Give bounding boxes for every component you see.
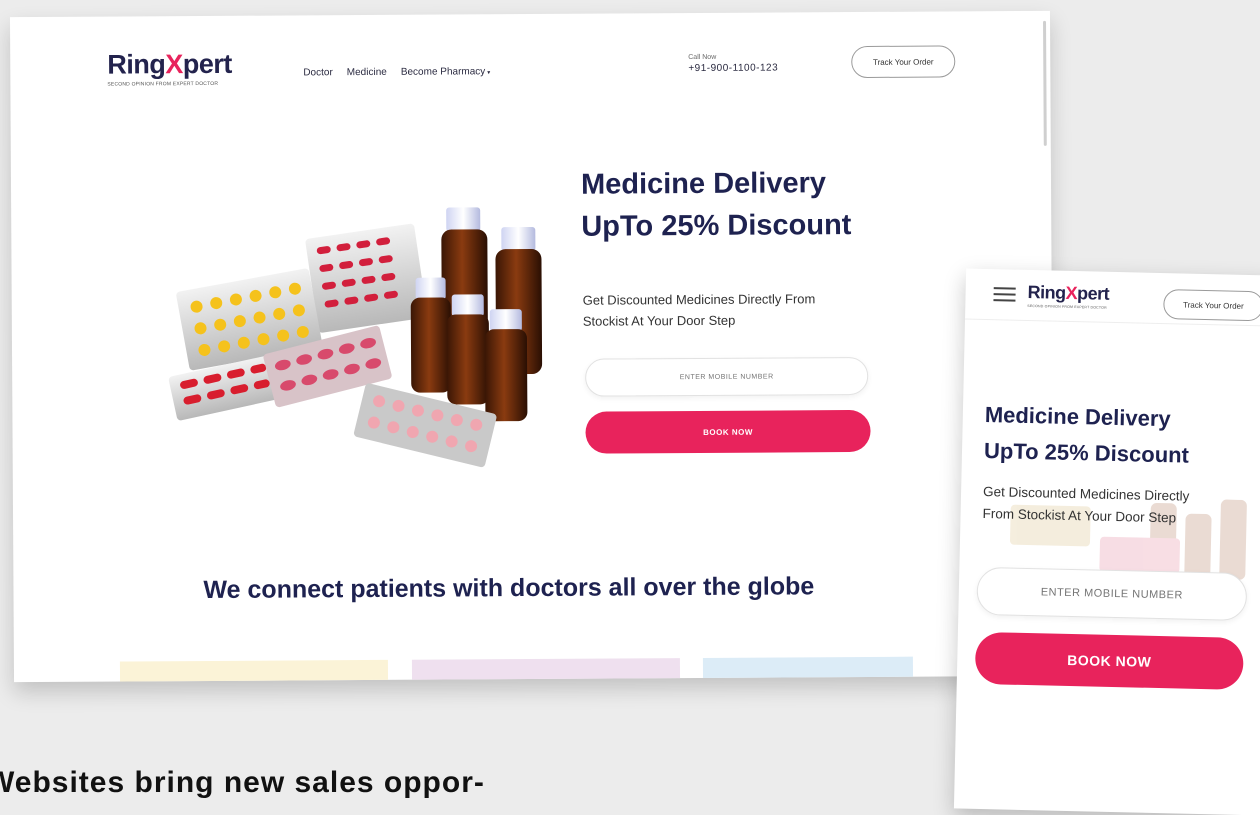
mobile-track-order-button[interactable]: Track Your Order xyxy=(1163,289,1260,322)
mobile-hero-title: Medicine Delivery UpTo 25% Discount xyxy=(984,397,1256,475)
hamburger-menu-icon[interactable] xyxy=(993,287,1016,302)
feature-card-purple[interactable] xyxy=(411,658,681,683)
logo-wordmark: RingXpert xyxy=(107,48,232,80)
connect-heading: We connect patients with doctors all ove… xyxy=(203,572,815,605)
call-number[interactable]: +91-900-1100-123 xyxy=(688,62,778,74)
nav-medicine[interactable]: Medicine xyxy=(347,67,387,78)
hero-subtitle-line-1: Get Discounted Medicines Directly From xyxy=(582,291,816,308)
book-now-button[interactable]: BOOK NOW xyxy=(585,409,871,454)
mobile-brand-logo[interactable]: RingXpert SECOND OPINION FROM EXPERT DOC… xyxy=(1027,282,1109,310)
hero-title-line-2: UpTo 25% Discount xyxy=(581,209,852,243)
mobile-hero-title-line-1: Medicine Delivery xyxy=(984,402,1171,432)
mobile-number-input[interactable] xyxy=(585,356,869,397)
nav-become-pharmacy-label: Become Pharmacy xyxy=(400,66,486,78)
mobile-mobile-number-input[interactable] xyxy=(976,566,1248,621)
main-nav: Doctor Medicine Become Pharmacy ▾ xyxy=(303,66,490,78)
nav-doctor[interactable]: Doctor xyxy=(303,67,333,78)
brand-logo[interactable]: RingXpert SECOND OPINION FROM EXPERT DOC… xyxy=(107,49,232,88)
mobile-hero-title-line-2: UpTo 25% Discount xyxy=(983,438,1190,468)
mobile-book-now-button[interactable]: BOOK NOW xyxy=(974,631,1244,690)
page-caption: Websites bring new sales oppor- xyxy=(0,766,485,799)
feature-card-blue[interactable] xyxy=(702,656,914,683)
hero-title-line-1: Medicine Delivery xyxy=(580,167,827,201)
mobile-mockup: RingXpert SECOND OPINION FROM EXPERT DOC… xyxy=(953,268,1260,815)
mobile-logo-wordmark: RingXpert xyxy=(1027,281,1110,304)
hero-title: Medicine Delivery UpTo 25% Discount xyxy=(581,162,912,248)
logo-tagline: SECOND OPINION FROM EXPERT DOCTOR xyxy=(107,80,219,88)
mobile-header: RingXpert SECOND OPINION FROM EXPERT DOC… xyxy=(965,268,1260,327)
caret-down-icon: ▾ xyxy=(487,70,491,77)
mobile-hero-subtitle: Get Discounted Medicines Directly From S… xyxy=(982,481,1258,531)
call-info: Call Now +91-900-1100-123 xyxy=(688,53,778,74)
nav-become-pharmacy[interactable]: Become Pharmacy ▾ xyxy=(401,66,491,78)
hero-subtitle: Get Discounted Medicines Directly From S… xyxy=(583,288,903,332)
hero-subtitle-line-2: Stockist At Your Door Step xyxy=(582,312,736,329)
medicine-bottles-and-pills-illustration xyxy=(168,207,543,468)
feature-card-yellow[interactable] xyxy=(119,659,389,683)
scrollbar[interactable] xyxy=(1043,20,1047,146)
desktop-mockup: RingXpert SECOND OPINION FROM EXPERT DOC… xyxy=(9,10,1055,683)
mobile-logo-tagline: SECOND OPINION FROM EXPERT DOCTOR xyxy=(1027,303,1107,310)
call-label: Call Now xyxy=(688,53,717,62)
track-order-button[interactable]: Track Your Order xyxy=(851,45,956,79)
